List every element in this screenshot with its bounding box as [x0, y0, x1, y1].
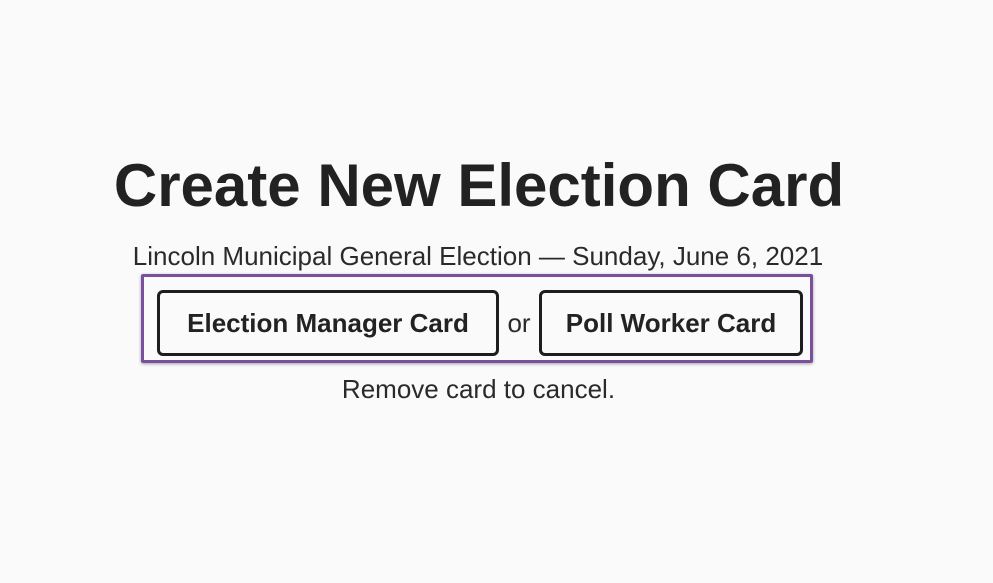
cancel-instruction: Remove card to cancel.	[341, 374, 616, 404]
poll-worker-card-button[interactable]: Poll Worker Card	[539, 290, 803, 356]
election-subtitle: Lincoln Municipal General Election — Sun…	[132, 241, 824, 271]
card-type-button-group: Election Manager Card or Poll Worker Car…	[141, 274, 813, 363]
or-separator: or	[507, 308, 531, 338]
page-title: Create New Election Card	[113, 152, 845, 219]
create-election-card-screen: Create New Election Card Lincoln Municip…	[0, 0, 993, 583]
election-manager-card-button[interactable]: Election Manager Card	[157, 290, 499, 356]
